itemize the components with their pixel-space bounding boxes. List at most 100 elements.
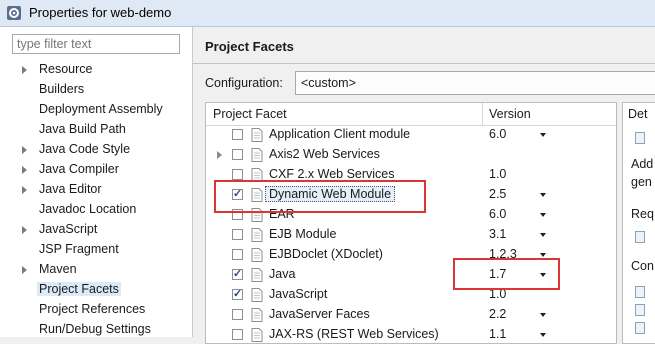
column-divider bbox=[482, 103, 483, 125]
facet-row[interactable]: EAR 6.0 bbox=[206, 205, 616, 225]
tree-item-label: Java Editor bbox=[39, 182, 102, 196]
tree-item-builders[interactable]: Builders bbox=[0, 80, 192, 100]
project-facets-page: Project Facets Configuration: <custom> P… bbox=[193, 27, 655, 344]
facet-row[interactable]: JAX-RS (REST Web Services) 1.1 bbox=[206, 325, 616, 343]
facet-checkbox[interactable] bbox=[232, 309, 243, 320]
facet-file-icon bbox=[251, 168, 263, 182]
details-text-1: Add bbox=[631, 157, 654, 171]
facet-row[interactable]: EJBDoclet (XDoclet) 1.2.3 bbox=[206, 245, 616, 265]
facet-file-icon bbox=[251, 148, 263, 162]
expand-arrow-icon[interactable] bbox=[22, 66, 27, 74]
facet-version[interactable]: 1.2.3 bbox=[489, 247, 517, 261]
facet-row[interactable]: Axis2 Web Services bbox=[206, 145, 616, 165]
facet-row[interactable]: EJB Module 3.1 bbox=[206, 225, 616, 245]
properties-gear-icon bbox=[7, 6, 21, 20]
facet-checkbox[interactable] bbox=[232, 229, 243, 240]
facet-version[interactable]: 2.2 bbox=[489, 307, 506, 321]
page-title: Project Facets bbox=[205, 39, 294, 54]
facet-version[interactable]: 1.1 bbox=[489, 327, 506, 341]
facet-version[interactable]: 6.0 bbox=[489, 127, 506, 141]
facet-row[interactable]: Dynamic Web Module 2.5 bbox=[206, 185, 616, 205]
filter-input[interactable] bbox=[12, 34, 180, 54]
expand-arrow-icon[interactable] bbox=[22, 146, 27, 154]
configuration-combo[interactable]: <custom> bbox=[295, 71, 655, 95]
facet-version[interactable]: 1.7 bbox=[489, 267, 506, 281]
version-dropdown-icon[interactable] bbox=[540, 233, 546, 237]
facet-version[interactable]: 2.5 bbox=[489, 187, 506, 201]
facet-version[interactable]: 3.1 bbox=[489, 227, 506, 241]
facet-name: EJBDoclet (XDoclet) bbox=[269, 247, 383, 261]
tree-item-label: Java Build Path bbox=[39, 122, 126, 136]
constraint-icon bbox=[635, 322, 645, 334]
version-dropdown-icon[interactable] bbox=[540, 193, 546, 197]
details-tab[interactable]: Det bbox=[628, 107, 647, 121]
version-dropdown-icon[interactable] bbox=[540, 253, 546, 257]
facet-file-icon bbox=[251, 268, 263, 282]
heading-divider bbox=[193, 63, 655, 64]
facet-checkbox[interactable] bbox=[232, 149, 243, 160]
tree-item-javadoc-location[interactable]: Javadoc Location bbox=[0, 200, 192, 220]
facet-name: JavaScript bbox=[269, 287, 328, 301]
tree-item-java-code-style[interactable]: Java Code Style bbox=[0, 140, 192, 160]
tree-item-java-build-path[interactable]: Java Build Path bbox=[0, 120, 192, 140]
facet-name: Application Client module bbox=[269, 127, 411, 141]
tree-item-label: Builders bbox=[39, 82, 85, 96]
tree-item-run-debug-settings[interactable]: Run/Debug Settings bbox=[0, 320, 192, 340]
tree-item-java-editor[interactable]: Java Editor bbox=[0, 180, 192, 200]
tree-item-project-facets[interactable]: Project Facets bbox=[0, 280, 192, 300]
version-dropdown-icon[interactable] bbox=[540, 333, 546, 337]
facet-checkbox[interactable] bbox=[232, 187, 243, 200]
expand-arrow-icon[interactable] bbox=[22, 186, 27, 194]
facet-row[interactable]: Java 1.7 bbox=[206, 265, 616, 285]
version-dropdown-icon[interactable] bbox=[540, 213, 546, 217]
tree-item-deployment-assembly[interactable]: Deployment Assembly bbox=[0, 100, 192, 120]
tree-item-label: JavaScript bbox=[39, 222, 98, 236]
facet-checkbox[interactable] bbox=[232, 169, 243, 180]
requirement-icon bbox=[635, 231, 645, 243]
facets-table: Project Facet Version Application Client… bbox=[205, 102, 617, 344]
facet-checkbox[interactable] bbox=[232, 209, 243, 220]
version-dropdown-icon[interactable] bbox=[540, 313, 546, 317]
expand-arrow-icon[interactable] bbox=[22, 266, 27, 274]
facet-checkbox[interactable] bbox=[232, 129, 243, 140]
configuration-label: Configuration: bbox=[205, 76, 283, 90]
tree-item-project-references[interactable]: Project References bbox=[0, 300, 192, 320]
tree-item-label: JSP Fragment bbox=[39, 242, 119, 256]
column-header-facet[interactable]: Project Facet bbox=[213, 107, 287, 121]
expand-arrow-icon[interactable] bbox=[217, 151, 222, 159]
version-dropdown-icon[interactable] bbox=[540, 133, 546, 137]
tree-item-label: Deployment Assembly bbox=[39, 102, 163, 116]
facet-file-icon bbox=[251, 328, 263, 342]
facet-file-icon bbox=[251, 188, 263, 202]
facet-checkbox[interactable] bbox=[232, 249, 243, 260]
tree-item-jsp-fragment[interactable]: JSP Fragment bbox=[0, 240, 192, 260]
constraint-icon bbox=[635, 304, 645, 316]
expand-arrow-icon[interactable] bbox=[22, 226, 27, 234]
facet-file-icon bbox=[251, 228, 263, 242]
tree-item-maven[interactable]: Maven bbox=[0, 260, 192, 280]
tree-item-resource[interactable]: Resource bbox=[0, 60, 192, 80]
tree-item-javascript[interactable]: JavaScript bbox=[0, 220, 192, 240]
facet-name: JAX-RS (REST Web Services) bbox=[269, 327, 439, 341]
facet-row[interactable]: JavaScript 1.0 bbox=[206, 285, 616, 305]
facet-checkbox[interactable] bbox=[232, 267, 243, 280]
details-text-3: Req bbox=[631, 207, 654, 221]
facet-version: 1.0 bbox=[489, 287, 507, 301]
tree-item-label: Resource bbox=[39, 62, 93, 76]
window-title: Properties for web-demo bbox=[29, 5, 172, 20]
facet-name: CXF 2.x Web Services bbox=[269, 167, 395, 181]
facet-file-icon bbox=[251, 128, 263, 142]
tree-item-java-compiler[interactable]: Java Compiler bbox=[0, 160, 192, 180]
column-header-version[interactable]: Version bbox=[489, 107, 531, 121]
facet-row[interactable]: Application Client module 6.0 bbox=[206, 125, 616, 145]
facet-checkbox[interactable] bbox=[232, 329, 243, 340]
facet-row[interactable]: JavaServer Faces 2.2 bbox=[206, 305, 616, 325]
configuration-value: <custom> bbox=[301, 76, 356, 90]
facet-version[interactable]: 6.0 bbox=[489, 207, 506, 221]
tree-item-label: Run/Debug Settings bbox=[39, 322, 151, 336]
expand-arrow-icon[interactable] bbox=[22, 166, 27, 174]
details-panel: Det Add gen Req Con bbox=[622, 102, 655, 344]
facet-checkbox[interactable] bbox=[232, 287, 243, 300]
facet-row[interactable]: CXF 2.x Web Services 1.0 bbox=[206, 165, 616, 185]
version-dropdown-icon[interactable] bbox=[540, 273, 546, 277]
